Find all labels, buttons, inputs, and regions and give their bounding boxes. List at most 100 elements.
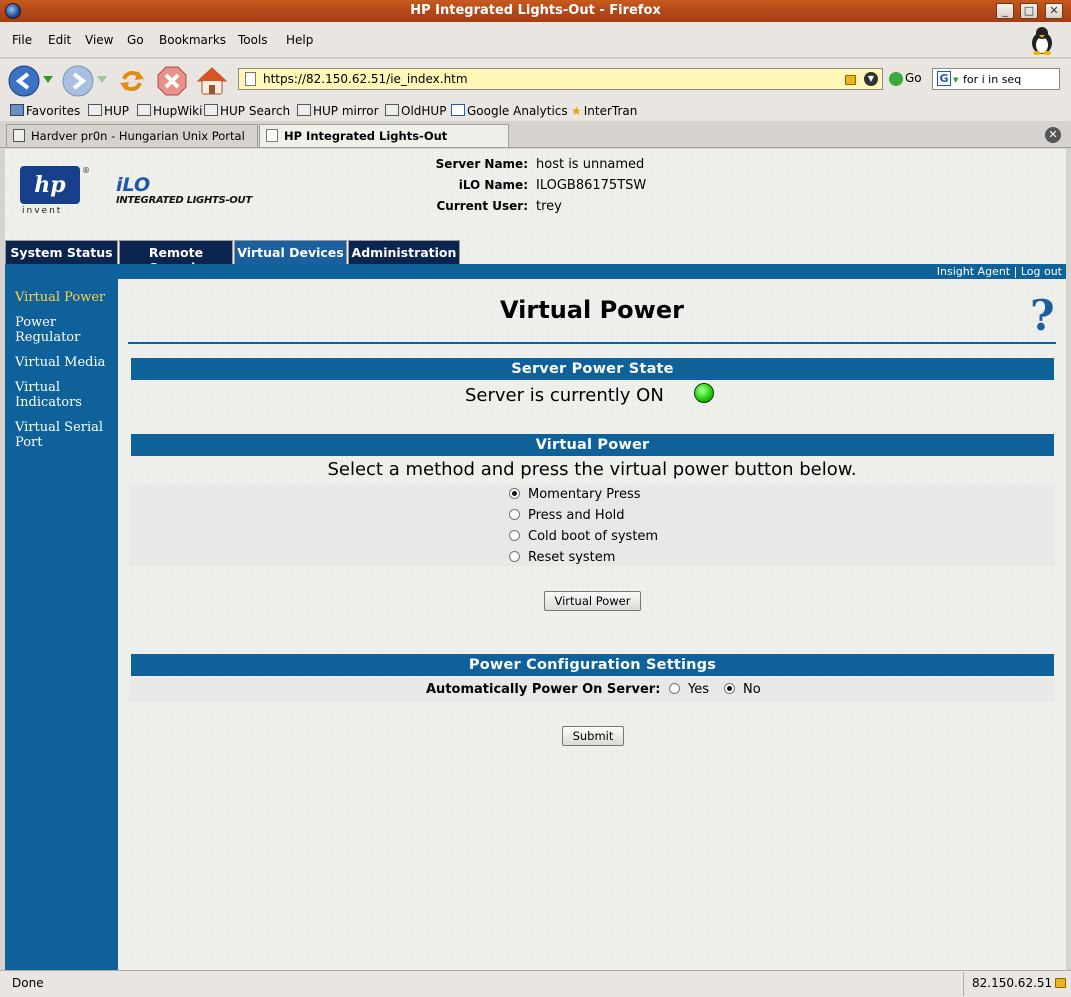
logout-link[interactable]: Log out bbox=[1021, 265, 1062, 278]
browser-tab-ilo[interactable]: HP Integrated Lights-Out bbox=[259, 124, 509, 147]
radio-reset-system[interactable] bbox=[509, 551, 520, 562]
home-icon[interactable] bbox=[196, 65, 228, 97]
menu-view[interactable]: View bbox=[85, 33, 113, 47]
tab-virtual-devices[interactable]: Virtual Devices bbox=[234, 240, 347, 264]
hup-icon bbox=[297, 104, 311, 116]
sidebar-item-virtual-serial-port[interactable]: Virtual Serial Port bbox=[15, 420, 110, 450]
forward-icon[interactable] bbox=[62, 65, 94, 97]
power-method-options: Momentary Press Press and Hold Cold boot… bbox=[129, 484, 1055, 566]
tab-remote-console[interactable]: Remote Console bbox=[119, 240, 233, 275]
auto-power-row: Automatically Power On Server: Yes No bbox=[129, 678, 1055, 702]
separator: | bbox=[1013, 265, 1018, 278]
menu-tools[interactable]: Tools bbox=[238, 33, 268, 47]
search-box[interactable]: G ▼ bbox=[932, 68, 1060, 90]
stop-icon[interactable] bbox=[156, 65, 188, 97]
window-titlebar: HP Integrated Lights-Out - Firefox _ □ ✕ bbox=[0, 0, 1071, 22]
tab-system-status[interactable]: System Status bbox=[5, 240, 118, 264]
help-icon[interactable]: ? bbox=[1030, 291, 1055, 340]
main-panel: Virtual Power ? Server Power State Serve… bbox=[118, 279, 1066, 970]
back-icon[interactable] bbox=[8, 65, 40, 97]
auto-power-label: Automatically Power On Server: bbox=[426, 682, 661, 697]
bookmark-hupwiki[interactable]: HupWiki bbox=[137, 104, 202, 118]
menu-help[interactable]: Help bbox=[286, 33, 313, 47]
url-bar[interactable]: https://82.150.62.51/ie_index.htm ▼ bbox=[238, 68, 883, 90]
menu-file[interactable]: File bbox=[12, 33, 32, 47]
sidebar-item-virtual-media[interactable]: Virtual Media bbox=[15, 355, 115, 370]
radio-auto-no[interactable] bbox=[724, 683, 735, 694]
google-icon bbox=[451, 104, 465, 116]
strip-links: Insight Agent | Log out bbox=[937, 265, 1062, 278]
section-server-power-state: Server Power State bbox=[131, 358, 1054, 380]
radio-momentary-press[interactable] bbox=[509, 488, 520, 499]
hup-icon bbox=[13, 129, 25, 142]
insight-agent-link[interactable]: Insight Agent bbox=[937, 265, 1010, 278]
bookmarks-toolbar: Favorites HUP HupWiki HUP Search HUP mir… bbox=[0, 101, 1071, 121]
sidebar-item-virtual-indicators[interactable]: Virtual Indicators bbox=[15, 380, 95, 410]
close-tab-icon[interactable]: ✕ bbox=[1045, 127, 1061, 143]
page-title: Virtual Power bbox=[500, 296, 684, 324]
reload-icon[interactable] bbox=[116, 65, 148, 97]
sidebar-item-virtual-power[interactable]: Virtual Power bbox=[15, 290, 115, 305]
server-name-label: Server Name: bbox=[435, 157, 528, 171]
close-window-button[interactable]: ✕ bbox=[1045, 3, 1063, 19]
radio-cold-boot[interactable] bbox=[509, 530, 520, 541]
browser-tab-hardver[interactable]: Hardver pr0n - Hungarian Unix Portal bbox=[6, 124, 258, 147]
forward-history-chevron-down-icon[interactable] bbox=[97, 76, 107, 84]
page-content: hp ® invent iLO INTEGRATED LIGHTS-OUT Se… bbox=[5, 149, 1066, 970]
sidebar-item-power-regulator[interactable]: Power Regulator bbox=[15, 315, 95, 345]
maximize-button[interactable]: □ bbox=[1020, 3, 1038, 19]
option-auto-yes[interactable]: Yes bbox=[669, 682, 709, 697]
section-virtual-power: Virtual Power bbox=[131, 434, 1054, 456]
radio-press-and-hold[interactable] bbox=[509, 509, 520, 520]
power-state-text: Server is currently ON bbox=[465, 385, 664, 406]
url-text: https://82.150.62.51/ie_index.htm bbox=[263, 72, 468, 86]
menu-go[interactable]: Go bbox=[127, 33, 144, 47]
option-reset-system[interactable]: Reset system bbox=[509, 550, 615, 565]
tab-strip bbox=[5, 264, 1066, 279]
menu-bookmarks[interactable]: Bookmarks bbox=[159, 33, 226, 47]
bookmark-intertran[interactable]: ★ InterTran bbox=[571, 104, 637, 118]
hup-icon bbox=[137, 104, 151, 116]
option-cold-boot[interactable]: Cold boot of system bbox=[509, 529, 658, 544]
menu-edit[interactable]: Edit bbox=[48, 33, 71, 47]
go-button[interactable]: Go bbox=[889, 71, 922, 86]
navigation-toolbar: https://82.150.62.51/ie_index.htm ▼ Go G… bbox=[0, 59, 1071, 101]
virtual-power-button[interactable]: Virtual Power bbox=[544, 591, 641, 611]
tab-administration[interactable]: Administration bbox=[348, 240, 460, 264]
padlock-icon[interactable] bbox=[1055, 978, 1067, 988]
google-search-engine-icon[interactable]: G bbox=[937, 71, 951, 86]
option-auto-no[interactable]: No bbox=[724, 682, 761, 697]
bookmark-hup-search[interactable]: HUP Search bbox=[204, 104, 290, 118]
submit-button[interactable]: Submit bbox=[562, 726, 624, 746]
go-arrow-icon bbox=[889, 71, 903, 86]
bookmark-google-analytics[interactable]: Google Analytics bbox=[451, 104, 568, 118]
option-momentary-press[interactable]: Momentary Press bbox=[509, 487, 641, 502]
status-bar: Done 82.150.62.51 bbox=[0, 970, 1071, 997]
ilo-name-value: ILOGB86175TSW bbox=[536, 178, 647, 193]
status-security: 82.150.62.51 bbox=[963, 972, 1071, 996]
hp-invent-text: invent bbox=[22, 206, 63, 216]
search-engine-chevron-down-icon[interactable]: ▼ bbox=[953, 76, 958, 84]
radio-auto-yes[interactable] bbox=[669, 683, 680, 694]
instruction-text: Select a method and press the virtual po… bbox=[327, 459, 857, 480]
section-power-config: Power Configuration Settings bbox=[131, 654, 1054, 676]
page-icon bbox=[266, 129, 278, 142]
option-press-and-hold[interactable]: Press and Hold bbox=[509, 508, 625, 523]
power-on-led-icon bbox=[694, 383, 714, 403]
bookmark-hup-mirror[interactable]: HUP mirror bbox=[297, 104, 379, 118]
search-input[interactable] bbox=[963, 71, 1057, 87]
bookmark-hup[interactable]: HUP bbox=[88, 104, 129, 118]
bookmark-oldhup[interactable]: OldHUP bbox=[385, 104, 446, 118]
ilo-name-label: iLO Name: bbox=[458, 178, 528, 192]
ilo-logo-subtitle: INTEGRATED LIGHTS-OUT bbox=[116, 195, 252, 206]
padlock-icon bbox=[842, 73, 856, 87]
url-dropdown-icon[interactable]: ▼ bbox=[864, 72, 878, 86]
hp-logo: hp bbox=[20, 166, 80, 204]
hup-icon bbox=[204, 104, 218, 116]
sidebar: Virtual Power Power Regulator Virtual Me… bbox=[5, 279, 118, 970]
back-history-chevron-down-icon[interactable] bbox=[43, 76, 53, 84]
hup-icon bbox=[88, 104, 102, 116]
status-host: 82.150.62.51 bbox=[972, 976, 1053, 990]
bookmark-favorites[interactable]: Favorites bbox=[10, 104, 80, 118]
minimize-button[interactable]: _ bbox=[996, 3, 1014, 19]
